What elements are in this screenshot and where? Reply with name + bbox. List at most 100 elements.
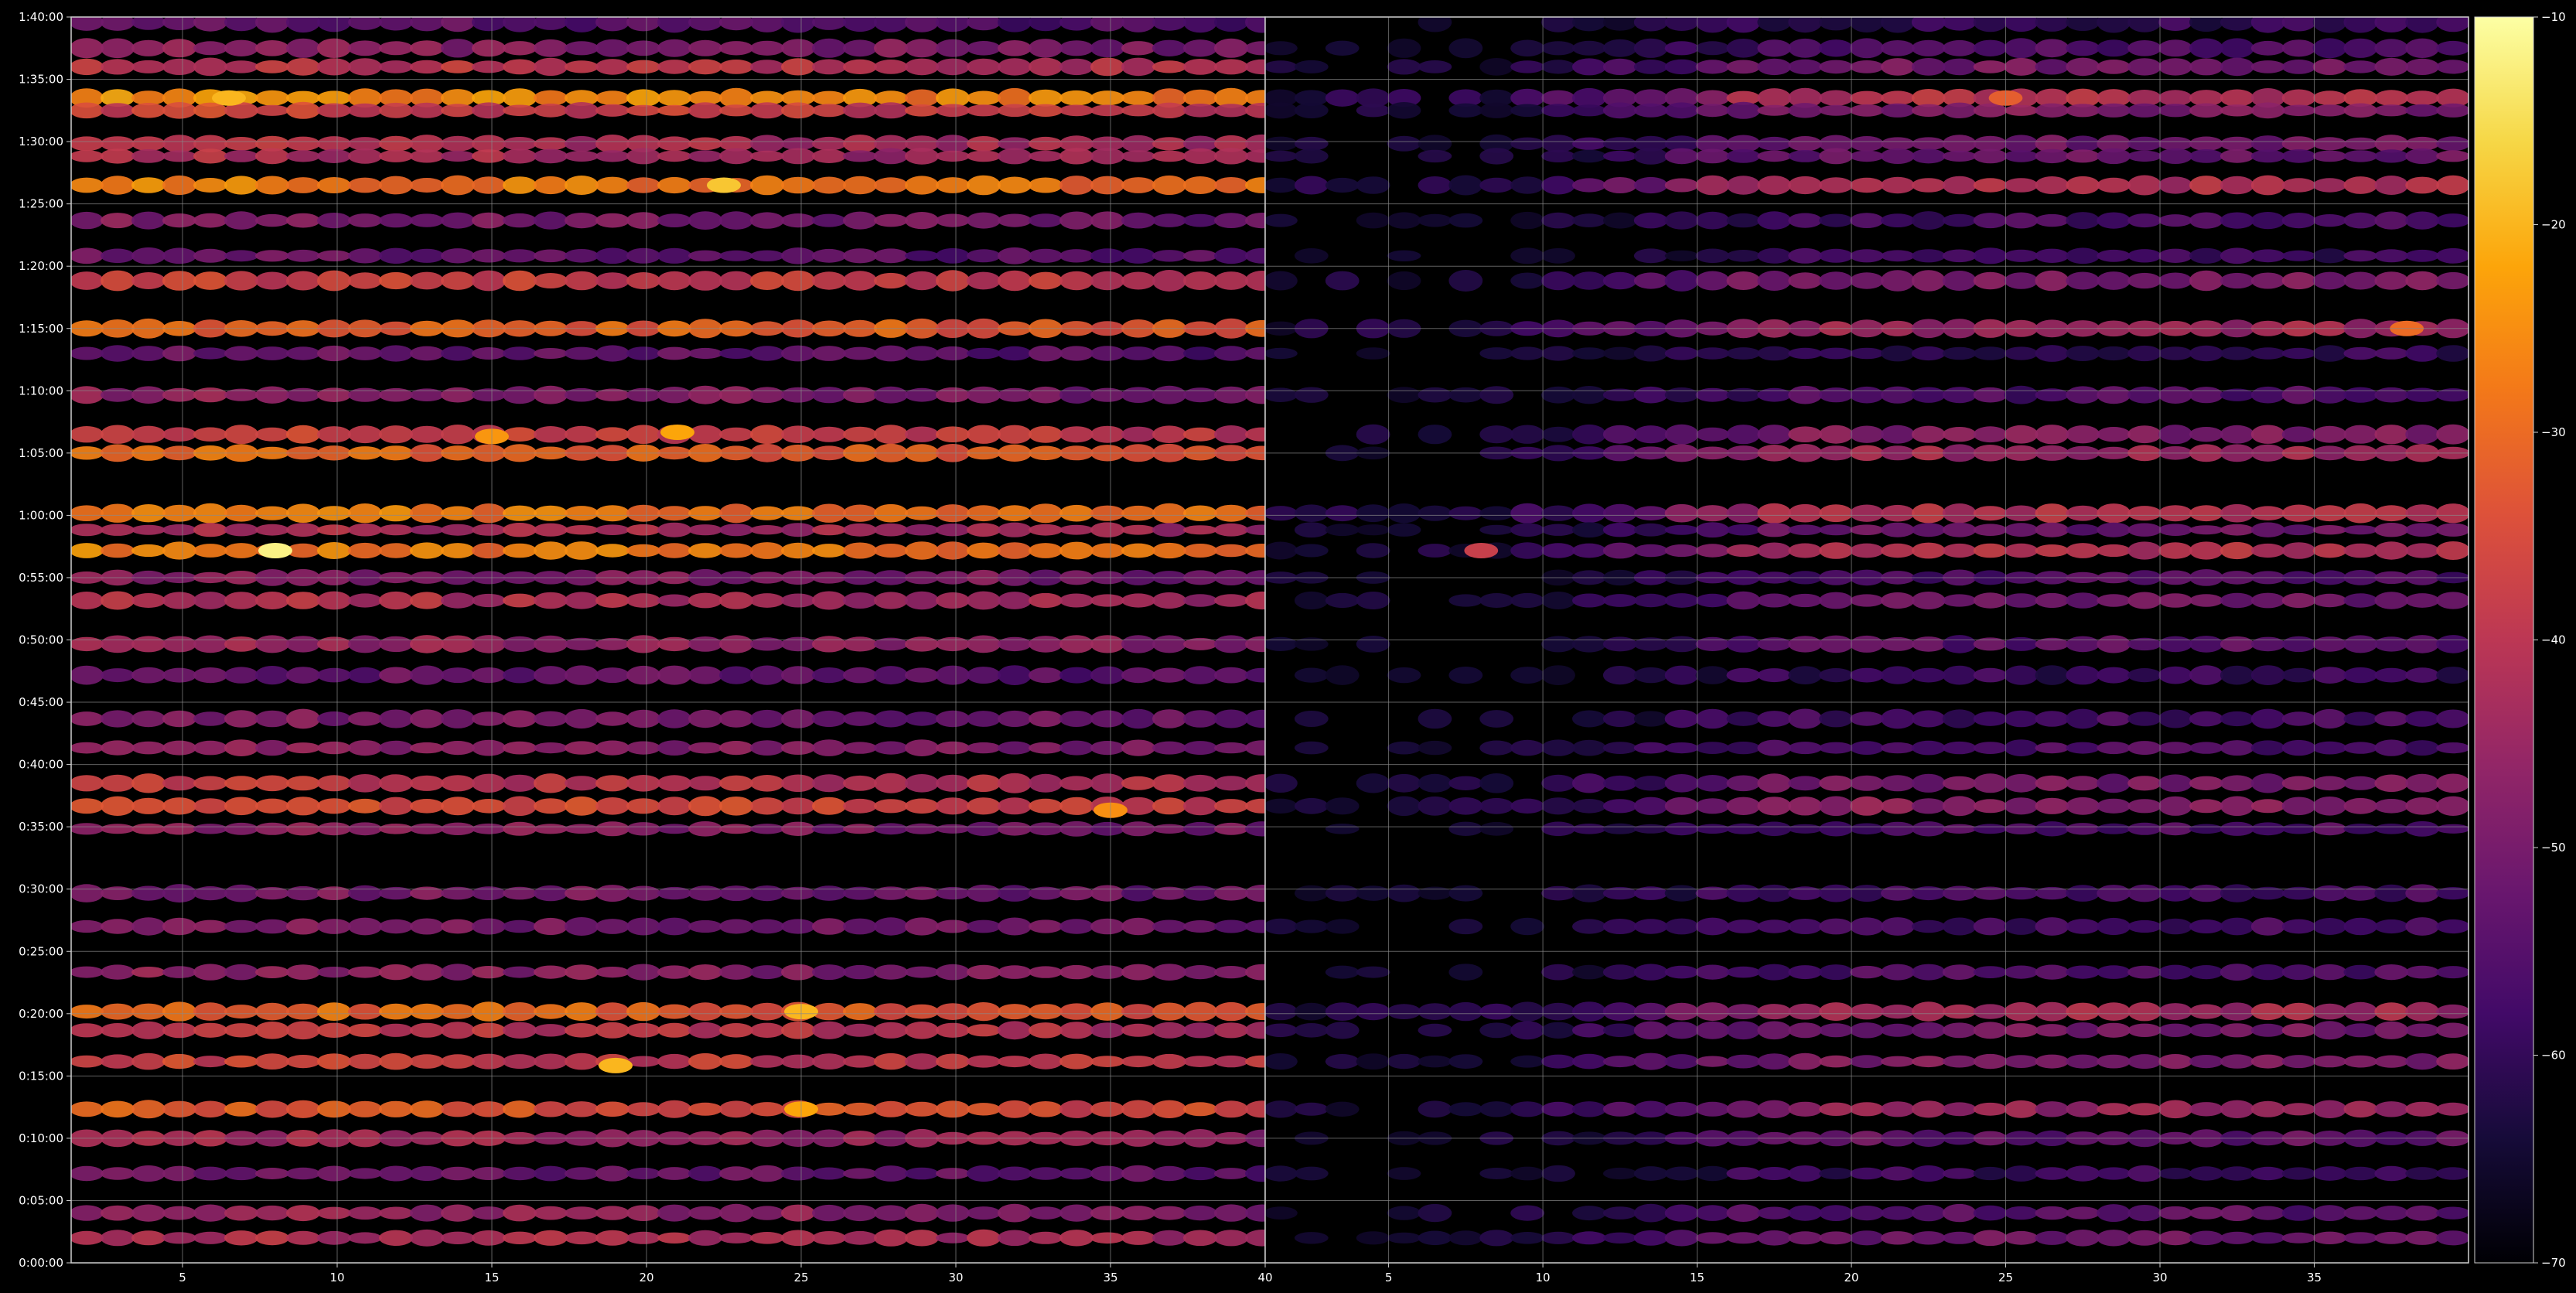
heat-cell: [2127, 213, 2162, 228]
heat-cell: [2035, 59, 2069, 75]
heat-cell: [1942, 346, 1977, 360]
heat-cell: [286, 1055, 320, 1069]
heat-cell: [317, 58, 351, 76]
heat-cell: [162, 504, 196, 522]
heat-cell: [998, 17, 1032, 32]
heat-cell: [1788, 708, 1823, 729]
heat-cell: [874, 886, 908, 900]
heat-cell: [2158, 796, 2192, 816]
heat-cell: [874, 102, 908, 119]
heat-cell: [2405, 773, 2440, 793]
heat-cell: [348, 1023, 382, 1038]
heat-cell: [2066, 1206, 2100, 1220]
heat-cell: [503, 104, 537, 117]
heat-cell: [626, 212, 660, 229]
heat-cell: [101, 543, 135, 558]
heat-cell: [2158, 214, 2192, 227]
heat-cell: [1881, 504, 1915, 522]
heat-cell: [1214, 776, 1248, 791]
heat-cell: [286, 1100, 320, 1118]
heat-cell: [224, 636, 258, 652]
heat-cell: [1757, 211, 1792, 230]
heat-cell: [2189, 176, 2223, 195]
heat-cell: [1664, 148, 1699, 165]
heat-cell: [1510, 917, 1544, 936]
heat-cell: [193, 523, 227, 537]
heat-cell: [410, 248, 444, 263]
heat-cell: [348, 137, 382, 151]
heat-cell: [2405, 176, 2440, 194]
heat-cell: [595, 667, 629, 684]
heat-cell: [2189, 270, 2223, 292]
heat-cell: [286, 667, 320, 684]
heat-cell: [224, 150, 258, 162]
heat-cell: [2219, 149, 2254, 163]
heat-cell: [565, 271, 599, 291]
heat-cell: [286, 797, 320, 816]
heat-cell: [2219, 740, 2254, 756]
heat-cell: [781, 213, 815, 228]
heat-cell: [2035, 522, 2069, 537]
heat-cell: [2250, 543, 2285, 558]
heat-cell: [2374, 774, 2409, 793]
heat-cell: [565, 135, 599, 152]
heat-cell: [1214, 799, 1248, 814]
heat-cell: [2281, 271, 2316, 290]
heat-cell: [2436, 424, 2469, 445]
heat-cell: [1726, 1167, 1761, 1180]
heat-cell: [998, 104, 1032, 118]
heat-cell: [1911, 104, 1946, 117]
heat-cell: [1881, 1056, 1915, 1067]
heat-cell: [1571, 347, 1606, 360]
heat-cell: [1602, 1206, 1637, 1220]
heat-cell: [2312, 1003, 2347, 1020]
heat-cell: [101, 524, 135, 536]
heat-cell: [1881, 666, 1915, 684]
heat-cell: [1633, 425, 1668, 444]
heat-cell: [255, 1230, 289, 1246]
heat-cell: [688, 592, 722, 609]
heat-cell: [1819, 271, 1854, 290]
heat-cell: [255, 1022, 289, 1039]
heat-cell: [286, 17, 320, 33]
heat-cell: [750, 1206, 784, 1220]
heat-cell: [1387, 135, 1421, 152]
heat-cell: [2343, 776, 2378, 790]
heat-cell: [317, 886, 351, 900]
heat-cell: [812, 59, 846, 75]
heat-cell: [874, 523, 908, 537]
heat-cell: [317, 775, 351, 792]
heat-cell: [255, 1168, 289, 1179]
heat-cell: [967, 591, 1001, 610]
heat-cell: [2281, 524, 2316, 536]
heat-cell: [1325, 824, 1360, 834]
heat-cell: [2436, 1206, 2469, 1220]
heat-cell: [812, 148, 846, 163]
heat-cell: [131, 425, 165, 443]
heat-cell: [1479, 102, 1514, 118]
heat-cell: [1183, 505, 1217, 521]
y-tick-label: 0:15:00: [19, 1069, 63, 1083]
heat-cell: [2127, 541, 2162, 560]
heat-cell: [967, 271, 1001, 290]
heat-cell: [2158, 272, 2192, 289]
heat-cell: [2035, 1101, 2069, 1117]
heat-cell: [874, 213, 908, 227]
heat-cell: [2127, 425, 2162, 444]
heat-cell: [2250, 799, 2285, 814]
heat-cell: [1510, 272, 1544, 289]
heat-cell: [1911, 1022, 1946, 1039]
heat-cell: [224, 176, 258, 195]
heat-cell: [2405, 1167, 2440, 1180]
heat-cell: [1664, 665, 1699, 685]
heat-cell: [503, 1002, 537, 1022]
heat-cell: [874, 39, 908, 58]
heat-cell: [2374, 523, 2409, 537]
heat-cell: [1602, 636, 1637, 652]
heat-cell: [1942, 1102, 1977, 1117]
heat-cell: [843, 964, 877, 980]
heat-cell: [967, 150, 1001, 162]
heat-cell: [2035, 711, 2069, 727]
heat-cell: [936, 426, 970, 442]
heat-cell: [1029, 524, 1063, 536]
